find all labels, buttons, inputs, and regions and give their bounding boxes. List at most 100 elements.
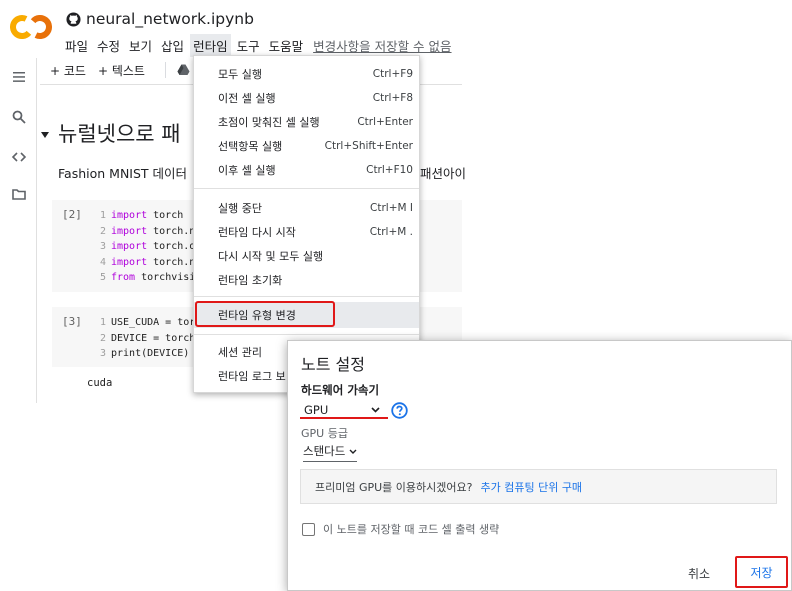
omit-output-checkbox[interactable]: [302, 522, 315, 536]
cell-output: cuda: [87, 377, 113, 389]
table-of-contents-icon[interactable]: [11, 69, 27, 85]
hardware-accelerator-label: 하드웨어 가속기: [301, 383, 380, 397]
line-number: 2: [99, 332, 106, 344]
sidebar-divider: [36, 58, 37, 403]
chevron-down-icon: [371, 407, 380, 413]
code-line: 1 USE_CUDA = torc: [96, 315, 201, 331]
menu-item-label: 런타임 다시 시작: [218, 226, 296, 239]
notebook-title-row: neural_network.ipynb: [66, 9, 254, 29]
menu-item-label: 세션 관리: [218, 346, 262, 359]
menu-item-shortcut: Ctrl+F9: [372, 68, 413, 80]
code-line: 2 import torch.nn: [96, 224, 201, 240]
menu-item-label: 런타임 로그 보: [218, 370, 286, 383]
menu-item-run-after[interactable]: 이후 셀 실행 Ctrl+F10: [194, 157, 419, 183]
code-text: print(DEVICE): [111, 348, 190, 359]
menu-item-label: 모두 실행: [218, 68, 262, 81]
code-text: torchvisio: [135, 272, 202, 283]
premium-gpu-banner: 프리미엄 GPU를 이용하시겠어요? 추가 컴퓨팅 단위 구매: [300, 469, 777, 504]
code-editor[interactable]: 1 import torch 2 import torch.nn 3 import tor…: [96, 208, 201, 286]
toolbar-divider: [165, 62, 166, 78]
code-editor[interactable]: 1 USE_CUDA = torc 2 DEVICE = torch 3 print(DE…: [96, 315, 201, 362]
menu-divider: [194, 188, 419, 189]
gpu-tier-select[interactable]: 스탠다드: [303, 443, 358, 462]
execution-count[interactable]: [3]: [62, 315, 82, 328]
menu-item-label: 이후 셀 실행: [218, 164, 276, 177]
menu-item-run-all[interactable]: 모두 실행 Ctrl+F9: [194, 61, 419, 87]
menu-item-label: 다시 시작 및 모두 실행: [218, 250, 324, 263]
cancel-button[interactable]: 취소: [688, 565, 710, 582]
menu-edit[interactable]: 수정: [94, 34, 123, 57]
drive-icon[interactable]: [177, 64, 190, 76]
notebook-toolbar: + 코드 + 텍스트: [50, 62, 157, 79]
save-button[interactable]: 저장: [735, 556, 788, 588]
intro-text: Fashion MNIST 데이터: [58, 166, 188, 181]
menu-item-shortcut: Ctrl+M I: [370, 202, 413, 214]
dialog-title: 노트 설정: [301, 355, 365, 374]
menu-item-label: 런타임 초기화: [218, 274, 283, 287]
menu-item-restart-run-all[interactable]: 다시 시작 및 모두 실행: [194, 243, 419, 269]
buy-compute-units-link[interactable]: 추가 컴퓨팅 단위 구매: [480, 479, 582, 495]
premium-gpu-text: 프리미엄 GPU를 이용하시겠어요?: [315, 480, 473, 494]
menu-item-run-focused[interactable]: 초점이 맞춰진 셀 실행 Ctrl+Enter: [194, 109, 419, 135]
code-line: 3 import torch.op: [96, 239, 201, 255]
help-icon[interactable]: [391, 402, 408, 419]
code-text: torch: [147, 210, 184, 221]
collapse-section-icon[interactable]: [40, 130, 50, 140]
menu-view[interactable]: 보기: [126, 34, 155, 57]
colab-logo[interactable]: [10, 12, 52, 42]
menu-item-shortcut: Ctrl+M .: [369, 226, 413, 238]
menu-runtime[interactable]: 런타임: [190, 34, 231, 57]
menu-item-label: 실행 중단: [218, 202, 262, 215]
code-text: DEVICE = torch: [111, 332, 196, 344]
folder-icon[interactable]: [11, 186, 27, 202]
line-number: 2: [99, 225, 106, 237]
menu-item-interrupt[interactable]: 실행 중단 Ctrl+M I: [194, 195, 419, 221]
code-keyword: import: [111, 225, 148, 237]
menu-tools[interactable]: 도구: [234, 34, 263, 57]
menu-item-label: 이전 셀 실행: [218, 92, 276, 105]
search-icon[interactable]: [11, 109, 27, 125]
notebook-title[interactable]: neural_network.ipynb: [86, 10, 254, 28]
gpu-tier-value: 스탠다드: [303, 444, 346, 458]
unsaved-changes-link[interactable]: 변경사항을 저장할 수 없음: [313, 36, 451, 55]
line-number: 1: [99, 210, 106, 221]
omit-output-label: 이 노트를 저장할 때 코드 셀 출력 생략: [323, 523, 500, 536]
line-number: 3: [99, 241, 106, 252]
intro-text-tail: 패션아이: [420, 166, 467, 181]
annotation-underline: [300, 417, 388, 419]
menu-item-shortcut: Ctrl+Enter: [357, 116, 413, 128]
section-heading: 뉴럴넷으로 패: [58, 122, 181, 146]
menu-item-label: 초점이 맞춰진 셀 실행: [218, 116, 320, 129]
menu-divider: [194, 296, 419, 297]
add-code-button[interactable]: + 코드: [50, 62, 86, 79]
annotation-highlight-box: [195, 301, 335, 327]
code-line: 5 from torchvisio: [96, 270, 201, 286]
code-snippets-icon[interactable]: [11, 149, 27, 165]
code-keyword: import: [111, 241, 148, 252]
menu-item-restart[interactable]: 런타임 다시 시작 Ctrl+M .: [194, 219, 419, 245]
menu-item-run-selection[interactable]: 선택항목 실행 Ctrl+Shift+Enter: [194, 133, 419, 159]
hardware-accelerator-value: GPU: [304, 403, 329, 417]
menu-item-factory-reset[interactable]: 런타임 초기화: [194, 267, 419, 293]
menu-insert[interactable]: 삽입: [158, 34, 187, 57]
notebook-settings-dialog: 노트 설정 하드웨어 가속기 GPU GPU 등급 스탠다드 프리미엄 GPU를…: [287, 340, 792, 591]
code-text: USE_CUDA = torc: [111, 317, 202, 328]
execution-count[interactable]: [2]: [62, 208, 82, 221]
menu-item-shortcut: Ctrl+F8: [372, 92, 413, 104]
menu-help[interactable]: 도움말: [266, 34, 307, 57]
code-keyword: from: [111, 272, 136, 283]
omit-output-option[interactable]: 이 노트를 저장할 때 코드 셀 출력 생략: [302, 521, 499, 537]
menu-item-label: 선택항목 실행: [218, 140, 283, 153]
menu-item-run-before[interactable]: 이전 셀 실행 Ctrl+F8: [194, 85, 419, 111]
github-icon: [66, 11, 81, 27]
line-number: 1: [99, 317, 106, 328]
code-keyword: import: [111, 256, 148, 268]
menu-file[interactable]: 파일: [62, 34, 91, 57]
add-text-button[interactable]: + 텍스트: [98, 62, 145, 79]
line-number: 5: [99, 272, 106, 283]
line-number: 4: [99, 256, 106, 268]
chevron-down-icon: [349, 449, 357, 454]
menu-item-shortcut: Ctrl+F10: [366, 164, 413, 176]
menu-item-shortcut: Ctrl+Shift+Enter: [324, 140, 413, 152]
gpu-tier-label: GPU 등급: [301, 427, 348, 440]
